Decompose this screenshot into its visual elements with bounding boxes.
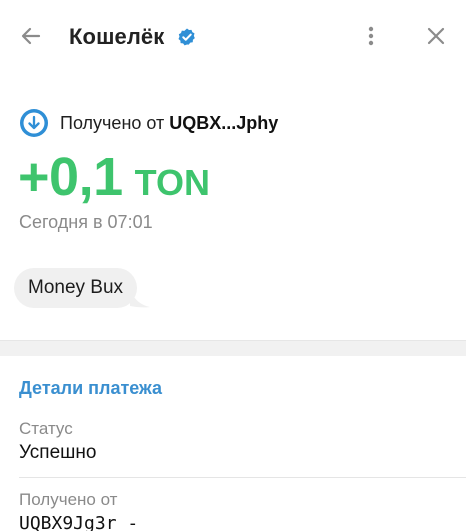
arrow-down-circle-icon bbox=[20, 109, 48, 137]
status-value: Успешно bbox=[19, 442, 97, 463]
transaction-date: Сегодня в 07:01 bbox=[19, 212, 153, 232]
status-label: Статус bbox=[19, 419, 73, 438]
verified-badge-icon bbox=[178, 28, 195, 46]
details-row-divider bbox=[19, 477, 466, 478]
more-options-button[interactable] bbox=[351, 16, 391, 56]
received-from-address[interactable]: UQBX9Jg3r - bbox=[19, 513, 138, 531]
details-section-title: Детали платежа bbox=[19, 378, 163, 398]
comment-text: Money Bux bbox=[28, 277, 124, 298]
sender-address-short[interactable]: UQBX...Jphy bbox=[169, 113, 278, 134]
close-button[interactable] bbox=[416, 16, 456, 56]
back-button[interactable] bbox=[11, 16, 51, 56]
amount-currency: TON bbox=[134, 162, 210, 203]
received-from-row: Получено от UQBX...Jphy bbox=[19, 108, 278, 138]
wallet-transaction-screen: Кошелёк Получено от UQBX...Jphy +0,1 TON… bbox=[0, 0, 466, 531]
received-label: Получено от bbox=[60, 112, 165, 133]
comment-bubble: Money Bux bbox=[14, 268, 138, 308]
amount-value: +0,1 bbox=[18, 147, 123, 207]
received-from-label: Получено от bbox=[19, 490, 118, 509]
section-divider bbox=[0, 340, 466, 356]
close-icon bbox=[427, 27, 445, 45]
arrow-left-icon bbox=[21, 27, 41, 45]
page-title: Кошелёк bbox=[69, 24, 165, 49]
vertical-dots-icon bbox=[368, 26, 374, 46]
transaction-amount: +0,1 TON bbox=[18, 146, 210, 208]
top-bar: Кошелёк bbox=[0, 0, 466, 74]
